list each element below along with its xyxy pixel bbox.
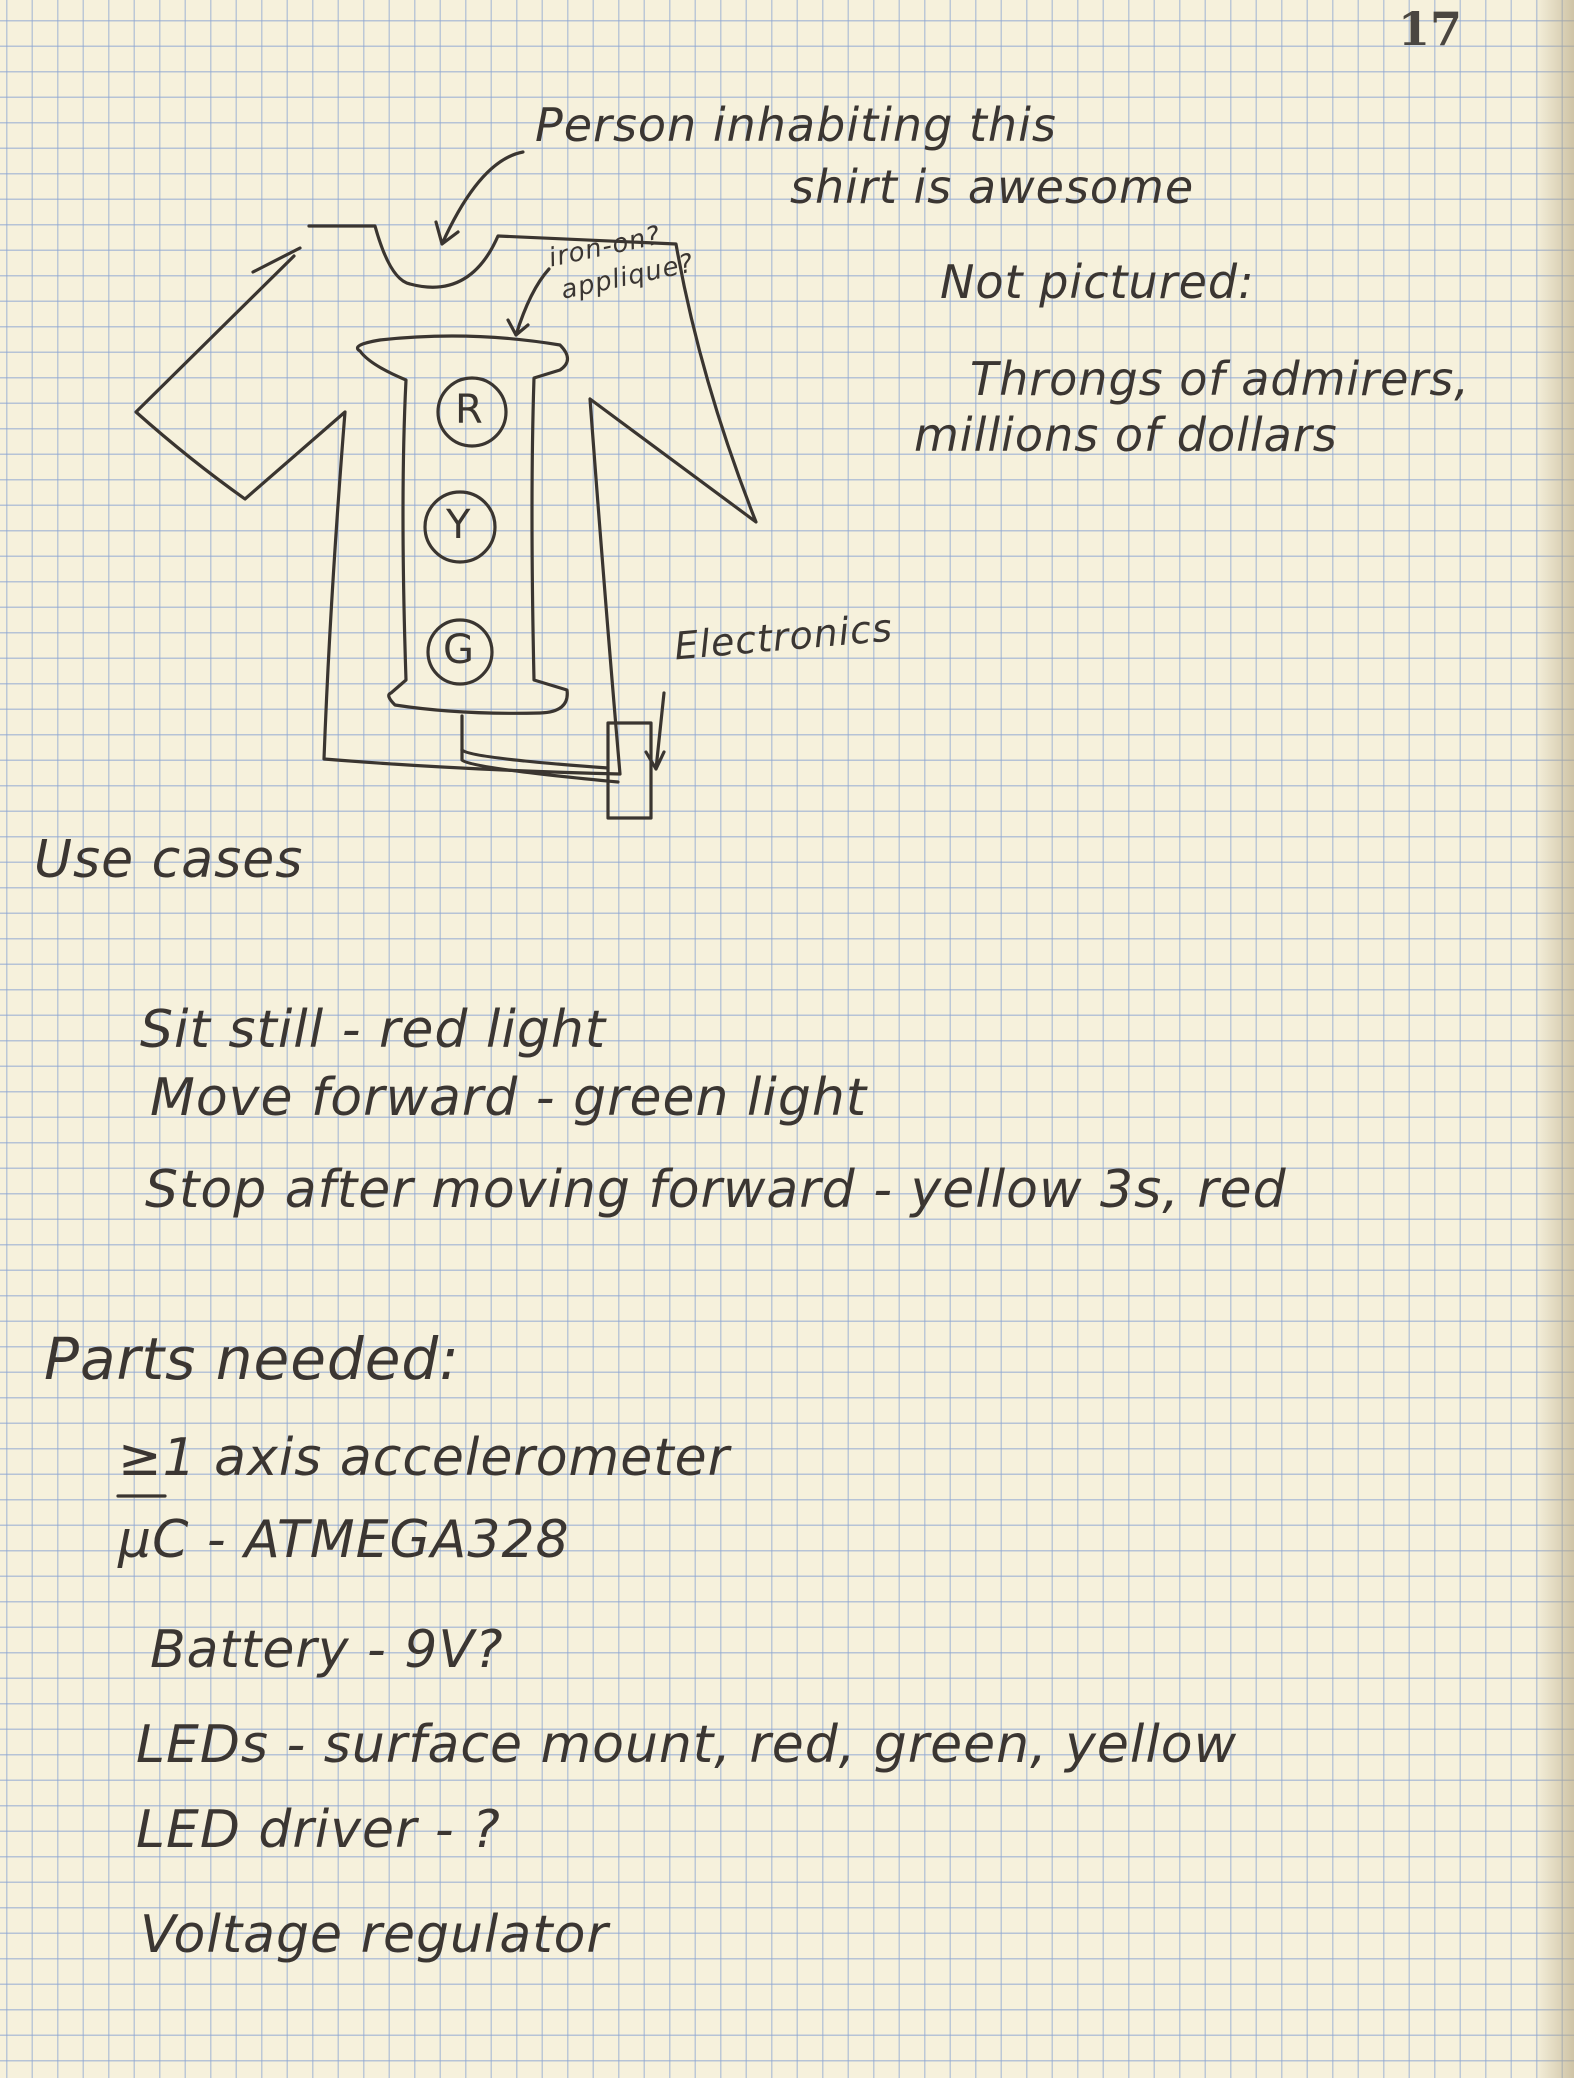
use-case-item: Stop after moving forward - yellow 3s, r… [145, 1160, 1287, 1220]
caption-person-line2: shirt is awesome [790, 160, 1195, 214]
shirt-sleeve-line [251, 246, 302, 274]
part-item: Voltage regulator [140, 1905, 609, 1965]
part-item: μC - ATMEGA328 [118, 1510, 570, 1570]
light-label-y: Y [446, 502, 471, 548]
part-item: Battery - 9V? [150, 1620, 504, 1680]
electronics-box [606, 721, 653, 820]
light-label-r: R [455, 387, 483, 433]
part-item: LED driver - ? [136, 1800, 501, 1860]
person-arrow [434, 150, 525, 246]
use-case-item: Sit still - red light [140, 1000, 607, 1060]
not-pictured-line: Throngs of admirers, [970, 352, 1470, 406]
light-label-g: G [443, 627, 474, 673]
parts-heading: Parts needed: [44, 1325, 460, 1393]
part-item: LEDs - surface mount, red, green, yellow [136, 1715, 1238, 1775]
not-pictured-heading: Not pictured: [940, 255, 1255, 309]
electronics-arrow [644, 691, 666, 771]
use-cases-heading: Use cases [34, 830, 304, 890]
applique-arrow [506, 267, 551, 337]
part-item: ≥1 axis accelerometer [118, 1428, 730, 1488]
use-case-item: Move forward - green light [150, 1068, 868, 1128]
caption-person-line1: Person inhabiting this [535, 98, 1057, 152]
not-pictured-line: millions of dollars [914, 408, 1338, 462]
